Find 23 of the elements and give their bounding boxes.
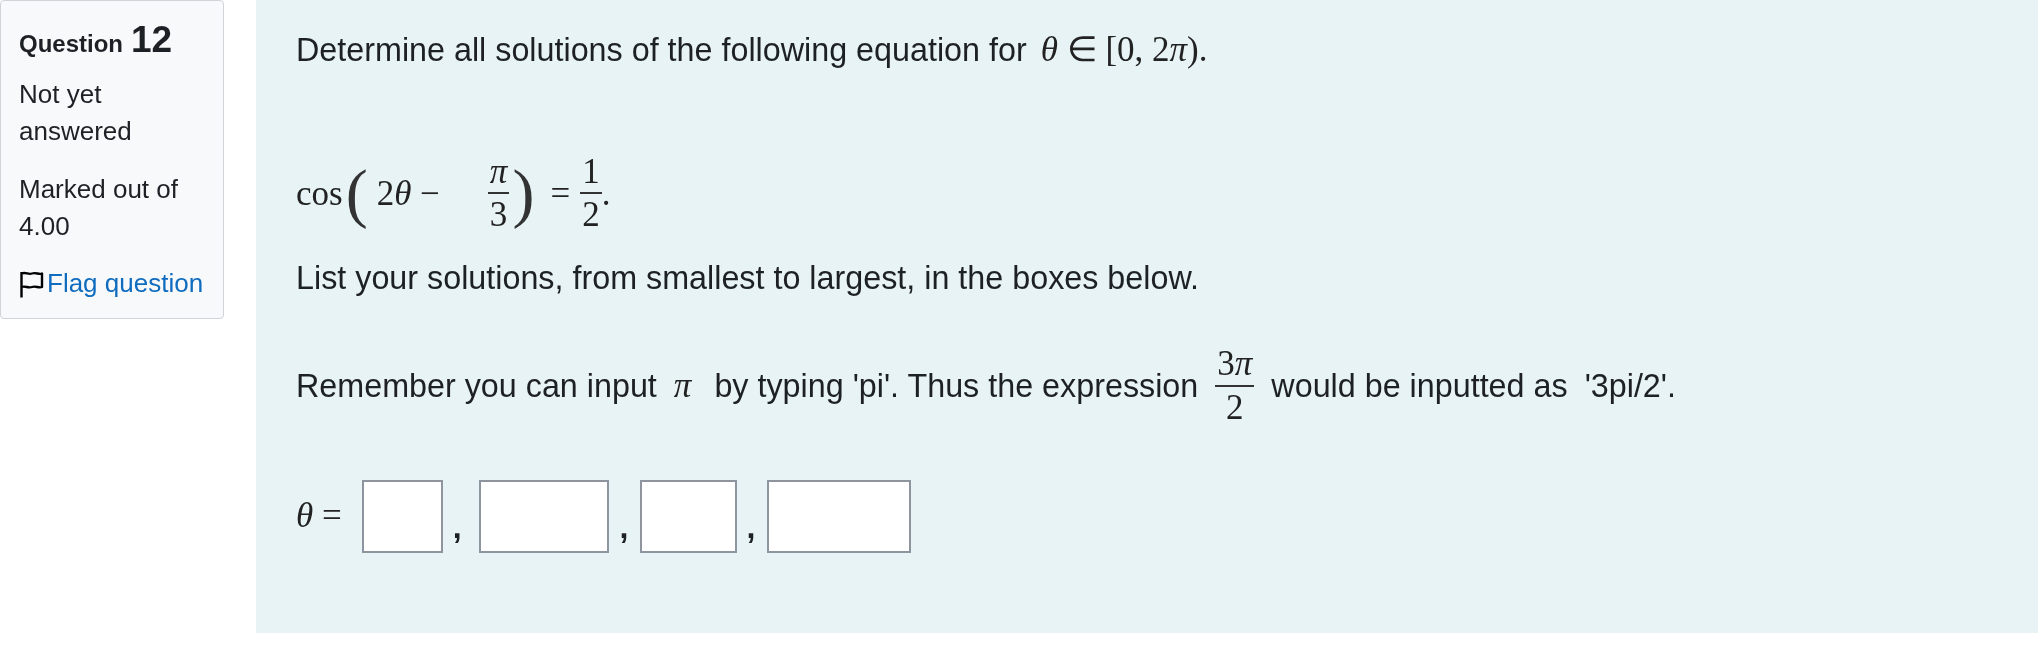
answer-field[interactable] [478,479,609,553]
hint-text: '3pi/2'. [1584,366,1676,406]
hint-text: by typing 'pi'. Thus the expression [714,366,1199,406]
question-number: 12 [131,18,173,62]
answer-field[interactable] [640,479,738,553]
question-text: Determine all solutions of the following equation for [296,31,1027,70]
math-expression: θ ∈ [0, 2π). [1040,29,1208,71]
flag-icon[interactable] [19,269,44,298]
flag-question-link[interactable]: Flag question [19,265,204,302]
hint-text: would be inputted as [1271,366,1568,406]
math-label: θ = [296,495,342,538]
math-symbol: π [673,364,692,407]
hint-text: Remember you can input [296,366,657,406]
comma-separator: , [746,507,756,547]
math-fraction: 3π 2 [1215,344,1255,427]
answer-field[interactable] [361,479,443,553]
status-text: Not yet answered [19,78,133,148]
grade-text: Marked out of 4.00 [19,173,179,243]
instruction-text: List your solutions, from smallest to largest, in the boxes below. [296,259,1199,299]
comma-separator: , [452,507,462,547]
question-label: Question [19,29,123,59]
comma-separator: , [619,507,629,547]
answer-field[interactable] [767,479,912,553]
